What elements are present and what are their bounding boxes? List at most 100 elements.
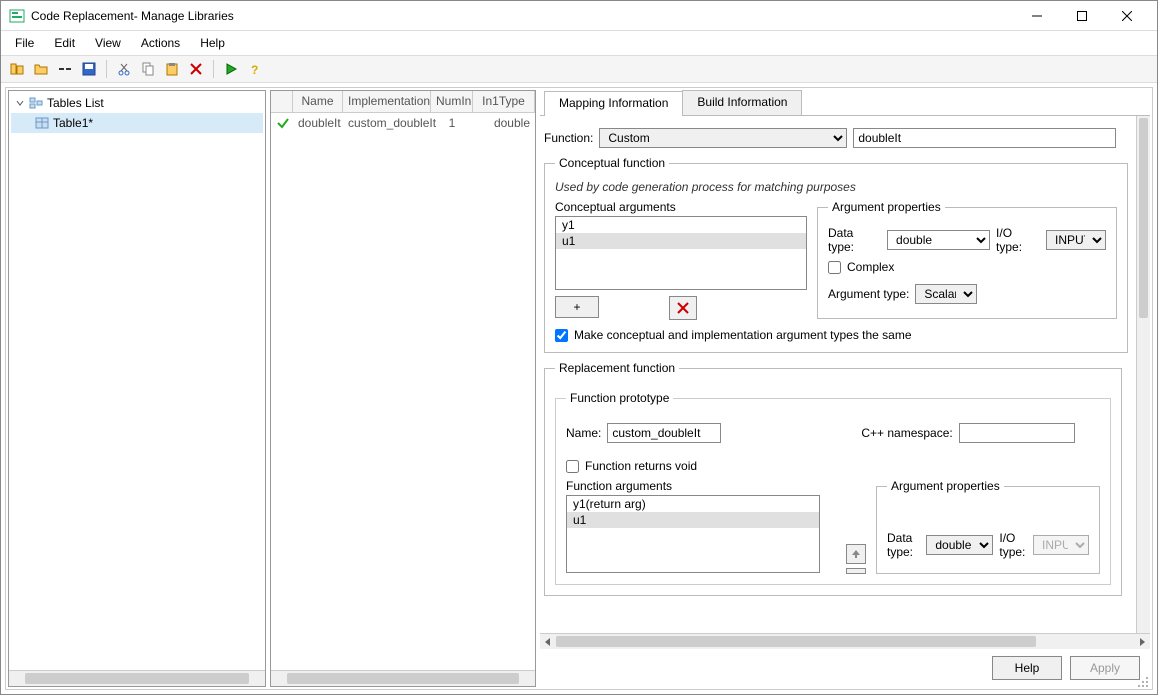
same-types-checkbox[interactable] [555,329,568,342]
function-name-input[interactable] [853,128,1116,148]
datatype2-select[interactable]: double [926,535,993,555]
replacement-function-group: Replacement function Function prototype … [544,361,1122,596]
list-item[interactable]: y1 [556,217,806,233]
copy-icon[interactable] [138,59,158,79]
function-select[interactable]: Custom [599,128,847,148]
function-prototype-group: Function prototype Name: C++ namespace: [555,391,1111,585]
iotype-select[interactable]: INPUT [1046,230,1106,250]
toolbar: ? [1,55,1157,83]
returns-void-checkbox[interactable] [566,460,579,473]
conceptual-note: Used by code generation process for matc… [555,180,1117,194]
function-label: Function: [544,131,593,145]
dialog-button-row: Help Apply [540,649,1150,687]
list-item[interactable]: u1 [556,233,806,249]
scroll-right-icon[interactable] [1137,636,1147,648]
window-title: Code Replacement- Manage Libraries [31,9,1014,23]
col-implementation[interactable]: Implementation [343,91,431,112]
main-area: Tables List Table1* Name Implementation … [5,87,1153,690]
list-item[interactable]: y1(return arg) [567,496,819,512]
scroll-left-icon[interactable] [543,636,553,648]
returns-void-label: Function returns void [585,459,697,473]
new-icon[interactable] [7,59,27,79]
add-argument-button[interactable]: + [555,296,599,318]
arg-props2-legend: Argument properties [887,479,1004,493]
funcargs-listbox[interactable]: y1(return arg) u1 [566,495,820,573]
funcargs-label: Function arguments [566,479,836,493]
close-button[interactable] [1104,2,1149,30]
save-icon[interactable] [79,59,99,79]
cut-icon[interactable] [114,59,134,79]
delete-icon[interactable] [186,59,206,79]
cell-numin: 1 [431,114,473,132]
complex-label: Complex [847,260,894,274]
table-horizontal-scrollbar[interactable] [271,670,535,686]
menu-view[interactable]: View [85,33,131,53]
prototype-legend: Function prototype [566,391,673,405]
detail-panel: Mapping Information Build Information Fu… [540,90,1150,687]
chevron-down-icon[interactable] [15,98,25,108]
menu-edit[interactable]: Edit [44,33,85,53]
argument-properties-group: Argument properties Data type: double I/… [817,200,1117,319]
namespace-label: C++ namespace: [861,426,952,440]
cell-impl: custom_doubleIt [343,114,431,132]
run-icon[interactable] [221,59,241,79]
remove-icon[interactable] [55,59,75,79]
arg-props-legend: Argument properties [828,200,945,214]
iotype-label: I/O type: [996,226,1040,254]
namespace-input[interactable] [959,423,1075,443]
tables-list-icon [29,96,43,110]
arrow-up-icon [851,549,861,559]
title-bar: Code Replacement- Manage Libraries [1,1,1157,31]
cell-name: doubleIt [293,114,343,132]
delete-icon [676,301,690,315]
repl-name-label: Name: [566,426,601,440]
move-up-button[interactable] [846,544,866,564]
move-down-button[interactable] [846,568,866,574]
app-icon [9,8,25,24]
menu-bar: File Edit View Actions Help [1,31,1157,55]
paste-icon[interactable] [162,59,182,79]
cell-intype: double [473,114,535,132]
same-types-label: Make conceptual and implementation argum… [574,328,912,342]
detail-vertical-scrollbar[interactable] [1136,116,1150,633]
menu-file[interactable]: File [5,33,44,53]
minimize-button[interactable] [1014,2,1059,30]
tree-panel: Tables List Table1* [8,90,266,687]
menu-help[interactable]: Help [190,33,235,53]
tree-item-table1[interactable]: Table1* [11,113,263,133]
argtype-label: Argument type: [828,287,909,301]
conceptual-legend: Conceptual function [555,156,669,170]
resize-grip-icon[interactable] [1136,673,1150,687]
apply-button[interactable]: Apply [1070,656,1140,680]
col-in1type[interactable]: In1Type [473,91,535,112]
tree-root-label: Tables List [47,96,104,110]
help-button[interactable]: Help [992,656,1062,680]
table-icon [35,116,49,130]
tree-item-label: Table1* [53,116,93,130]
entry-table-panel: Name Implementation NumIn In1Type double… [270,90,536,687]
argtype-select[interactable]: Scalar [915,284,977,304]
conceptual-args-listbox[interactable]: y1 u1 [555,216,807,290]
iotype2-select: INPUT [1033,535,1089,555]
check-icon [276,116,288,130]
tab-build-information[interactable]: Build Information [682,90,802,115]
col-name[interactable]: Name [293,91,343,112]
remove-argument-button[interactable] [669,296,697,320]
complex-checkbox[interactable] [828,261,841,274]
maximize-button[interactable] [1059,2,1104,30]
detail-horizontal-scrollbar[interactable] [540,633,1150,649]
datatype2-label: Data type: [887,531,920,559]
datatype-select[interactable]: double [887,230,990,250]
tree-horizontal-scrollbar[interactable] [9,670,265,686]
list-item[interactable]: u1 [567,512,819,528]
menu-actions[interactable]: Actions [131,33,190,53]
col-numin[interactable]: NumIn [431,91,473,112]
repl-name-input[interactable] [607,423,721,443]
table-row[interactable]: doubleIt custom_doubleIt 1 double [271,113,535,133]
tab-mapping-information[interactable]: Mapping Information [544,91,683,116]
open-icon[interactable] [31,59,51,79]
tree-root[interactable]: Tables List [11,93,263,113]
conceptual-function-group: Conceptual function Used by code generat… [544,156,1128,353]
help-icon[interactable]: ? [245,59,265,79]
table-header: Name Implementation NumIn In1Type [271,91,535,113]
